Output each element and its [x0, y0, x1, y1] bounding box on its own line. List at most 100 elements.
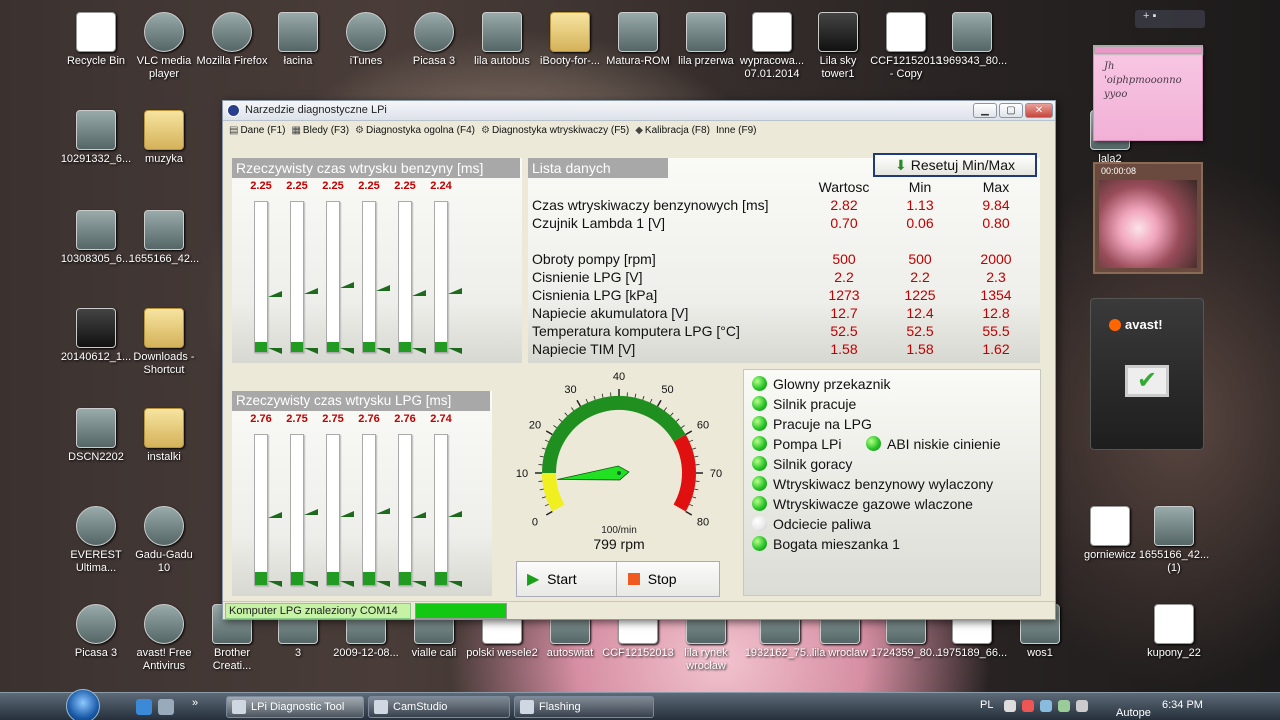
data-list-panel: Lista danych Wartosc Min Max Czas wtrysk…	[528, 158, 1040, 363]
gauge-tick	[545, 430, 553, 436]
puzzle-gadget[interactable]: 00:00:08	[1093, 162, 1203, 274]
maximize-button[interactable]: ▢	[999, 103, 1023, 118]
desktop-icon[interactable]: instalki	[128, 408, 200, 464]
progress-fill	[416, 604, 506, 618]
tab-label: Dane (F1)	[240, 125, 286, 136]
data-cell-name: Temperatura komputera LPG [°C]	[532, 323, 740, 339]
gauge-tick-label: 10	[516, 468, 528, 480]
gauge-tick	[689, 503, 694, 507]
petrol-panel-title: Rzeczywisty czas wtrysku benzyny [ms]	[232, 158, 520, 178]
close-button[interactable]: ✕	[1025, 103, 1053, 118]
gauge-tick	[642, 395, 645, 400]
petrol_panel-bar-bottom-marker	[412, 348, 426, 354]
tray-icon[interactable]	[1022, 700, 1034, 712]
tab-1[interactable]: ▤ Dane (F1)	[229, 125, 285, 136]
desktop-icon[interactable]: Picasa 3	[60, 604, 132, 660]
data-cell-max: 1354	[980, 287, 1012, 303]
taskbar-lpi-diagnostic[interactable]: LPi Diagnostic Tool	[226, 696, 364, 718]
lpg-injection-panel: Rzeczywisty czas wtrysku LPG [ms] 2.76 2.…	[232, 391, 492, 596]
quicklaunch-chevron-icon[interactable]: »	[192, 697, 198, 709]
taskbar-flashing[interactable]: Flashing	[514, 696, 654, 718]
desktop-icon[interactable]: EVEREST Ultima...	[60, 506, 132, 575]
sticky-note-text[interactable]: Jh 'oiphpmooonno yyoo	[1104, 61, 1182, 100]
petrol_panel-bar-marker	[448, 288, 462, 295]
shortcut-icon	[144, 408, 184, 448]
desktop-icon[interactable]: gorniewicz	[1074, 506, 1146, 562]
start-label: Start	[547, 571, 577, 587]
data-cell-value: 1.58	[830, 341, 858, 357]
desktop-icon[interactable]: muzyka	[128, 110, 200, 166]
desktop-icon[interactable]: Matura-ROM	[602, 12, 674, 68]
volume-icon[interactable]	[1076, 700, 1088, 712]
status-label: Wtryskiwacz benzynowy wylaczony	[773, 476, 994, 492]
desktop-icon[interactable]: lila przerwa	[670, 12, 742, 68]
clock[interactable]: 6:34 PM	[1162, 699, 1203, 711]
avast-gadget[interactable]: avast! ✔	[1090, 298, 1204, 450]
data-row: Napiecie akumulatora [V] 12.7 12.4 12.8	[532, 304, 1034, 322]
desktop-icon[interactable]: CCF12152013 - Copy	[870, 12, 942, 81]
tray-icon[interactable]	[1040, 700, 1052, 712]
gauge-tick	[544, 503, 549, 507]
desktop-icon[interactable]: lila autobus	[466, 12, 538, 68]
language-indicator[interactable]: PL	[980, 699, 993, 711]
data-table: Wartosc Min Max Czas wtryskiwaczy benzyn…	[532, 178, 1034, 358]
gauge-tick	[601, 393, 604, 398]
puzzle-image[interactable]	[1099, 180, 1197, 268]
shortcut-icon	[886, 12, 926, 52]
desktop-icon[interactable]: VLC media player	[128, 12, 200, 81]
tab-3[interactable]: ⚙ Diagnostyka ogolna (F4)	[355, 125, 475, 136]
desktop-icon-label: lila przerwa	[678, 55, 734, 67]
status-item: Silnik pracuje	[752, 396, 856, 412]
gauge-tick	[670, 412, 674, 417]
network-icon[interactable]	[1058, 700, 1070, 712]
desktop-icon[interactable]: iTunes	[330, 12, 402, 68]
desktop-icon[interactable]: avast! Free Antivirus	[128, 604, 200, 673]
desktop-icon[interactable]: Picasa 3	[398, 12, 470, 68]
stop-button[interactable]: Stop	[618, 562, 720, 596]
window-titlebar[interactable]: Narzedzie diagnostyczne LPi ▁ ▢ ✕	[223, 101, 1055, 121]
lpg_panel-bar	[326, 434, 354, 587]
lpg_panel-bar-fill	[327, 571, 339, 585]
desktop-icon[interactable]: DSCN2202	[60, 408, 132, 464]
shortcut-icon	[144, 506, 184, 546]
tab-5[interactable]: ◆ Kalibracja (F8)	[635, 125, 710, 136]
gauge-tick-label: 70	[710, 468, 722, 480]
minimize-button[interactable]: ▁	[973, 103, 997, 118]
desktop-icon[interactable]: 1969343_80...	[936, 12, 1008, 68]
sticky-note[interactable]: Jh 'oiphpmooonno yyoo	[1093, 45, 1203, 141]
desktop-icon[interactable]: 10291332_6...	[60, 110, 132, 166]
status-led-icon	[866, 436, 881, 451]
tab-label: Inne (F9)	[715, 125, 757, 136]
desktop-icon[interactable]: 1655166_42...	[128, 210, 200, 266]
desktop-icon[interactable]: wypracowa... 07.01.2014	[736, 12, 808, 81]
desktop-icon[interactable]: 10308305_6...	[60, 210, 132, 266]
reset-minmax-button[interactable]: ⬇ Resetuj Min/Max	[873, 153, 1037, 177]
desktop-icon[interactable]: 20140612_1...	[60, 308, 132, 364]
desktop-icon[interactable]: 1655166_42... (1)	[1138, 506, 1210, 575]
tab-4[interactable]: ⚙ Diagnostyka wtryskiwaczy (F5)	[481, 125, 629, 136]
shortcut-icon	[144, 110, 184, 150]
lpg_panel-bar-marker	[412, 512, 426, 519]
petrol_panel-bar	[362, 201, 390, 354]
desktop-icon[interactable]: Lila sky tower1	[802, 12, 874, 81]
tray-icon[interactable]	[1004, 700, 1016, 712]
desktop-icon-label: instalki	[147, 451, 181, 463]
desktop-icon[interactable]: Gadu-Gadu 10	[128, 506, 200, 575]
start-orb-icon[interactable]	[66, 689, 100, 720]
show-desktop-icon[interactable]	[158, 699, 174, 715]
desktop-icon[interactable]: Recycle Bin	[60, 12, 132, 68]
desktop-icon[interactable]: Downloads - Shortcut	[128, 308, 200, 377]
status-item: Wtryskiwacze gazowe wlaczone	[752, 496, 973, 512]
tab-2[interactable]: ▦ Bledy (F3)	[291, 125, 349, 136]
gauge-tick	[681, 425, 685, 429]
taskbar-camstudio[interactable]: CamStudio	[368, 696, 510, 718]
desktop-icon[interactable]: kupony_22	[1138, 604, 1210, 660]
desktop-icon[interactable]: iBooty-for-...	[534, 12, 606, 68]
desktop-icon[interactable]: łacina	[262, 12, 334, 68]
status-led-icon	[752, 536, 767, 551]
desktop-icon[interactable]: Mozilla Firefox	[196, 12, 268, 68]
tab-6[interactable]: Inne (F9)	[716, 125, 757, 136]
start-button[interactable]: ▶ Start	[517, 562, 617, 596]
ie-icon[interactable]	[136, 699, 152, 715]
gadget-bar[interactable]: + ▪	[1135, 10, 1205, 28]
